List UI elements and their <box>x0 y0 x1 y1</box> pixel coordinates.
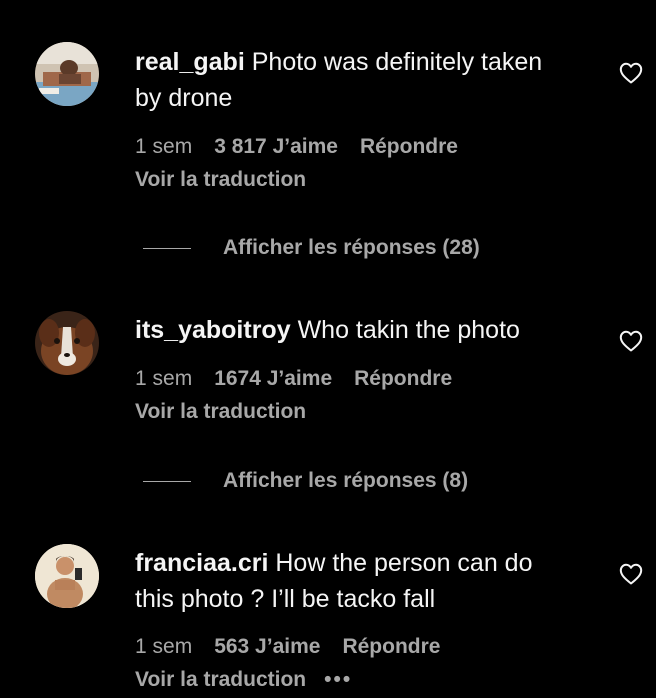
reply-button[interactable]: Répondre <box>354 365 452 393</box>
reply-button[interactable]: Répondre <box>342 633 440 661</box>
avatar[interactable] <box>35 311 99 375</box>
view-replies-label: Afficher les réponses (8) <box>223 469 469 492</box>
like-button[interactable] <box>619 563 643 585</box>
see-translation-link[interactable]: Voir la traduction <box>135 668 306 691</box>
like-button[interactable] <box>619 330 643 352</box>
comment-meta: 1 sem 1674 J’aime Répondre <box>135 365 452 393</box>
avatar[interactable] <box>35 544 99 608</box>
comment-text: real_gabi Photo was definitely taken by … <box>135 44 575 116</box>
heart-outline-icon <box>619 563 643 585</box>
comment-likes[interactable]: 3 817 J’aime <box>214 133 338 161</box>
see-translation-link[interactable]: Voir la traduction <box>135 166 306 194</box>
avatar-image <box>35 42 99 106</box>
comment-age: 1 sem <box>135 135 193 158</box>
view-replies-label: Afficher les réponses (28) <box>223 236 480 259</box>
comment-meta: 1 sem 3 817 J’aime Répondre <box>135 133 458 161</box>
comment-meta: 1 sem 563 J’aime Répondre <box>135 633 440 661</box>
replies-divider-line <box>143 481 191 482</box>
comment-age: 1 sem <box>135 635 193 658</box>
comment-text: franciaa.cri How the person can do this … <box>135 545 575 617</box>
comment-body: Who takin the photo <box>297 316 520 344</box>
comment-username[interactable]: its_yaboitroy <box>135 316 291 344</box>
avatar[interactable] <box>35 42 99 106</box>
comment-age: 1 sem <box>135 367 193 390</box>
comment-likes[interactable]: 563 J’aime <box>214 633 320 661</box>
like-button[interactable] <box>619 62 643 84</box>
heart-outline-icon <box>619 62 643 84</box>
comment-actions-row: Voir la traduction ••• <box>135 666 352 694</box>
heart-outline-icon <box>619 330 643 352</box>
reply-button[interactable]: Répondre <box>360 133 458 161</box>
comment-text: its_yaboitroy Who takin the photo <box>135 312 575 348</box>
replies-divider-line <box>143 248 191 249</box>
avatar-image <box>35 311 99 375</box>
comment-username[interactable]: franciaa.cri <box>135 549 268 577</box>
see-translation-link[interactable]: Voir la traduction <box>135 398 306 426</box>
comment-likes[interactable]: 1674 J’aime <box>214 365 332 393</box>
more-options-icon[interactable]: ••• <box>324 666 352 694</box>
avatar-image <box>35 544 99 608</box>
comment-username[interactable]: real_gabi <box>135 48 245 76</box>
